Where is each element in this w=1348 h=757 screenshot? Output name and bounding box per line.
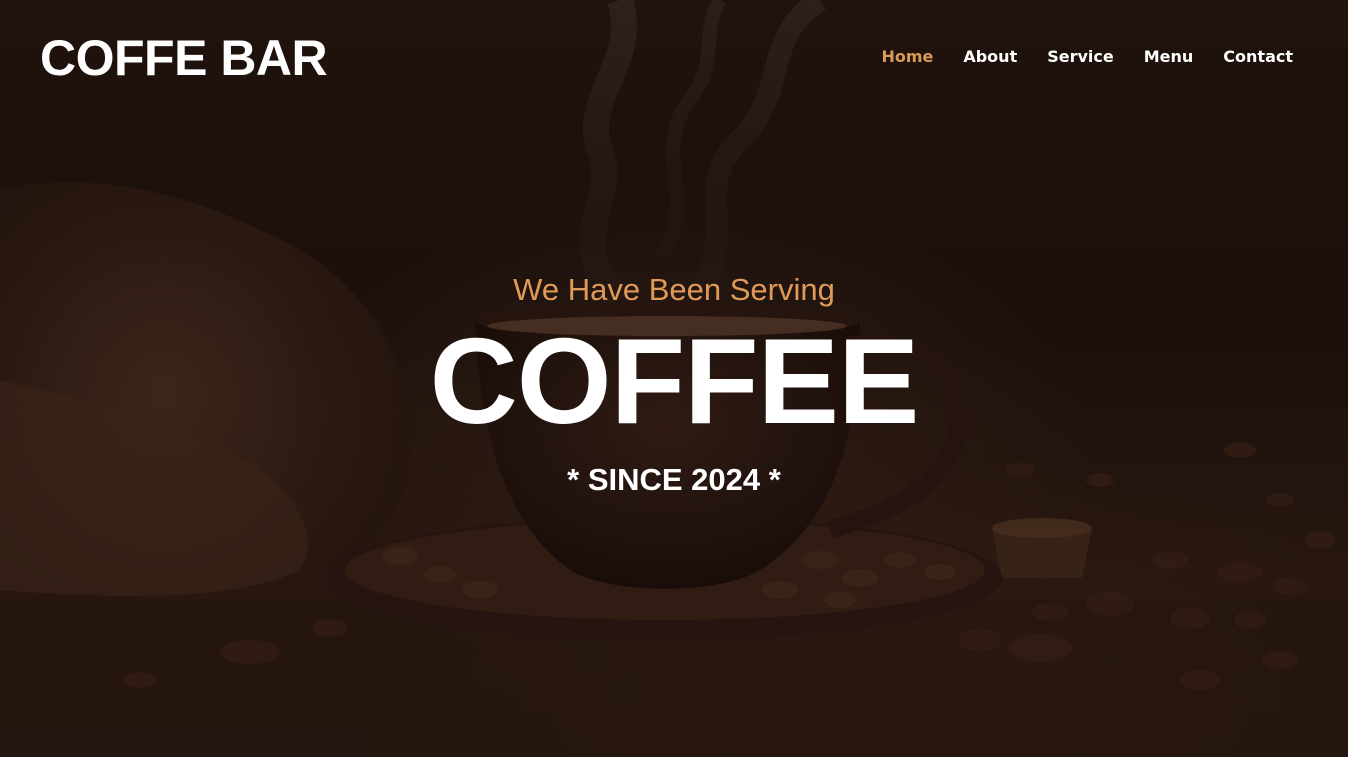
site-header: COFFE BAR Home About Service Menu Contac… xyxy=(0,0,1348,115)
nav-link-contact[interactable]: Contact xyxy=(1223,44,1293,70)
site-logo[interactable]: COFFE BAR xyxy=(40,28,328,88)
nav-link-home[interactable]: Home xyxy=(881,44,933,70)
hero-headline: COFFEE xyxy=(429,313,920,449)
nav-link-service[interactable]: Service xyxy=(1047,44,1114,70)
hero-since: * SINCE 2024 * xyxy=(567,462,781,497)
hero-content: We Have Been Serving COFFEE * SINCE 2024… xyxy=(0,270,1348,500)
main-navigation: Home About Service Menu Contact xyxy=(881,44,1293,70)
hero-tagline: We Have Been Serving xyxy=(513,272,835,307)
nav-link-about[interactable]: About xyxy=(963,44,1017,70)
nav-link-menu[interactable]: Menu xyxy=(1144,44,1194,70)
